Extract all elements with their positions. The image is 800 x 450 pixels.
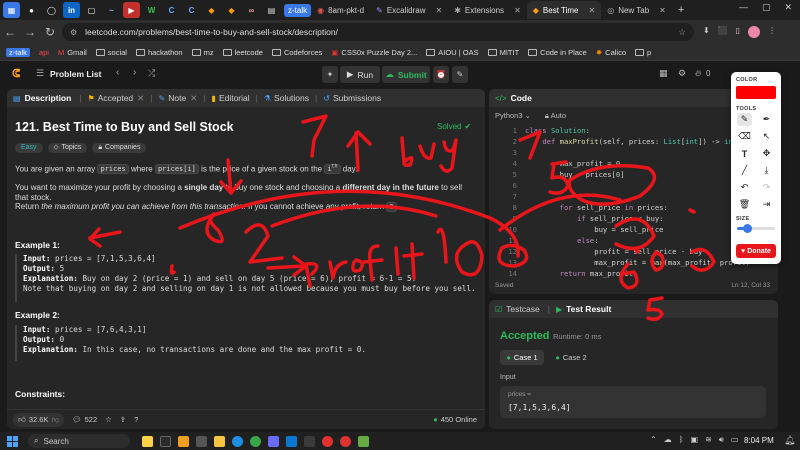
drawing-overlay bbox=[88, 114, 716, 322]
scribble-2 bbox=[244, 223, 284, 264]
scribble-0-right bbox=[650, 250, 665, 272]
pen-tool-icon[interactable]: ✎ bbox=[737, 113, 752, 126]
file-explorer-icon[interactable] bbox=[214, 435, 225, 447]
scribble-7-top bbox=[301, 114, 328, 158]
eraser-tool-icon[interactable]: ⌫ bbox=[737, 130, 752, 143]
terminal-app-icon[interactable] bbox=[304, 435, 315, 447]
scribble-arrow-up bbox=[346, 130, 372, 172]
scribble-v-left bbox=[169, 264, 176, 275]
marker-tool-icon[interactable]: ✒ bbox=[759, 113, 774, 126]
line-tool-icon[interactable]: ╱ bbox=[737, 164, 752, 177]
trash-icon[interactable]: 🗑︎ bbox=[737, 198, 752, 211]
vlc-icon[interactable] bbox=[178, 435, 189, 447]
redo-icon[interactable]: ↷ bbox=[759, 181, 774, 194]
windows-start-icon[interactable] bbox=[7, 435, 18, 447]
exit-icon[interactable]: ⇥ bbox=[759, 198, 774, 211]
download-tool-icon[interactable]: ⤓ bbox=[759, 164, 774, 177]
chrome-icon[interactable] bbox=[250, 435, 261, 447]
scribble-zero-code bbox=[497, 243, 529, 268]
size-slider-handle[interactable] bbox=[743, 224, 752, 233]
annotation-tool-panel: COLOR TOOLS ✎ ✒ ⌫ ↖ T ✥ ╱ ⤓ ↶ ↷ 🗑︎ ⇥ SIZ… bbox=[731, 72, 781, 264]
scribble-buy bbox=[400, 136, 458, 173]
text-tool-icon[interactable]: T bbox=[737, 147, 752, 160]
vscode-icon[interactable] bbox=[286, 435, 297, 447]
task-view-icon[interactable] bbox=[160, 435, 171, 447]
volume-icon[interactable]: 🔊︎ bbox=[719, 435, 724, 445]
scribble-code-arrow bbox=[498, 193, 622, 232]
windows-taskbar: ⌕ Search ⌃ ☁ ᛒ ▣ ≋ 🔊︎ ▭ 8:04 PM 🔔︎ bbox=[0, 432, 800, 450]
bluetooth-icon[interactable]: ᛒ bbox=[679, 435, 684, 445]
app-red-icon[interactable] bbox=[322, 435, 333, 447]
scribble-profit bbox=[304, 242, 424, 288]
color-label: COLOR bbox=[736, 77, 758, 83]
edge-icon[interactable] bbox=[232, 435, 243, 447]
scribble-5-right bbox=[646, 296, 664, 322]
size-label: SIZE bbox=[736, 216, 750, 222]
app-icon[interactable] bbox=[196, 435, 207, 447]
scribble-arrow-down bbox=[219, 158, 243, 195]
wifi-icon[interactable]: ≋ bbox=[705, 435, 712, 445]
scribble-1 bbox=[436, 227, 448, 264]
store-icon[interactable] bbox=[268, 435, 279, 447]
undo-icon[interactable]: ↶ bbox=[737, 181, 752, 194]
move-tool-icon[interactable]: ✥ bbox=[759, 147, 774, 160]
chrome-profile-icon[interactable] bbox=[340, 435, 351, 447]
scribble-7-code bbox=[518, 130, 542, 160]
battery-icon[interactable]: ▭ bbox=[731, 435, 739, 445]
system-tray: ⌃ ☁ ᛒ ▣ ≋ 🔊︎ ▭ bbox=[650, 435, 738, 445]
cursor-tool-icon[interactable]: ↖ bbox=[759, 130, 774, 143]
scribble-6 bbox=[619, 262, 639, 290]
scribble-arc-big bbox=[178, 189, 520, 258]
color-swatch[interactable] bbox=[736, 86, 776, 99]
app-green-icon[interactable] bbox=[358, 435, 369, 447]
heart-icon: ♥ bbox=[741, 247, 746, 255]
scribble-zero bbox=[454, 240, 484, 277]
scribble-arc-small bbox=[270, 204, 438, 228]
taskbar-search[interactable]: ⌕ Search bbox=[28, 434, 130, 448]
scribble-arrow-right-code bbox=[690, 247, 716, 272]
scribble-5-code bbox=[548, 160, 570, 195]
tools-label: TOOLS bbox=[736, 106, 757, 112]
search-icon: ⌕ bbox=[34, 436, 39, 445]
donate-button[interactable]: ♥ Donate bbox=[736, 244, 776, 258]
clock: 8:04 PM bbox=[744, 436, 774, 445]
cloud-icon[interactable]: ☁ bbox=[664, 435, 672, 445]
scribble-arrow-left bbox=[88, 227, 122, 248]
bell-icon[interactable]: 🔔︎ bbox=[784, 435, 795, 446]
notification-icon[interactable]: ▣ bbox=[691, 435, 699, 445]
size-slider[interactable] bbox=[737, 224, 775, 233]
copilot-icon[interactable] bbox=[142, 435, 153, 447]
chevron-up-icon[interactable]: ⌃ bbox=[650, 435, 657, 445]
scribble-code-loop bbox=[614, 217, 656, 251]
